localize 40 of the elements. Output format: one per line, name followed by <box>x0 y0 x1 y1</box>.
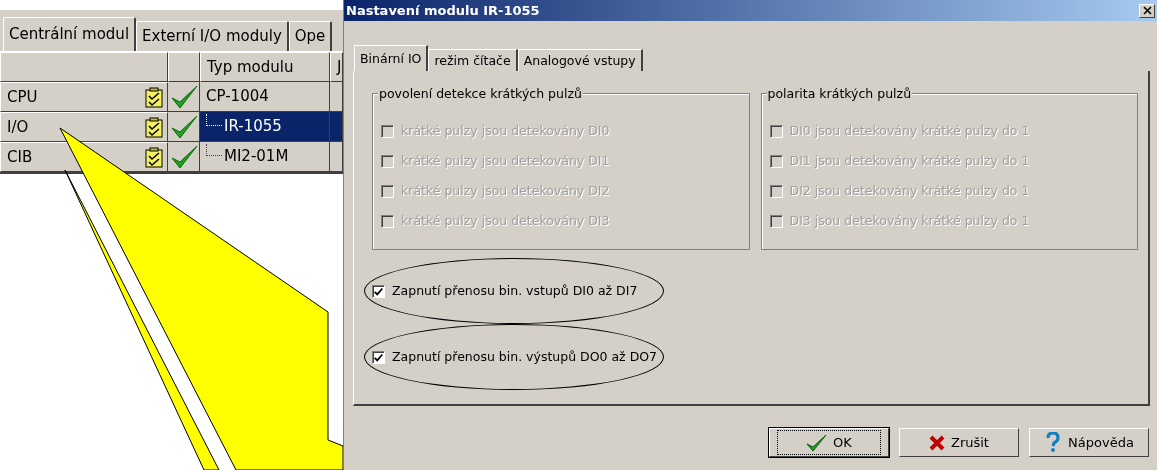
group-title: polarita krátkých pulzů <box>766 85 913 104</box>
checklist-icon <box>145 146 163 168</box>
tab[interactable]: Binární IO <box>354 45 429 71</box>
tree-line <box>206 114 222 126</box>
close-button[interactable] <box>1139 3 1155 18</box>
tab[interactable]: Analogové vstupy <box>517 49 643 71</box>
group-label: I/O <box>7 116 29 138</box>
checkmark-icon <box>806 433 828 452</box>
cancel-button[interactable]: Zrušit <box>899 428 1019 457</box>
tree-line <box>206 144 222 156</box>
module-name: CP-1004 <box>206 86 269 108</box>
window-title: Nastavení modulu IR-1055 <box>346 1 540 20</box>
table-cell[interactable]: IR-1055 <box>200 112 330 142</box>
checklist-icon <box>145 86 163 108</box>
row-header[interactable]: I/O <box>0 112 168 142</box>
module-name: MI2-01M <box>224 146 289 168</box>
checkmark-icon <box>169 83 198 110</box>
cross-icon <box>929 434 945 451</box>
ok-button[interactable]: OK <box>769 428 889 457</box>
help-icon <box>1044 432 1063 453</box>
checklist-icon <box>145 116 163 138</box>
group-label: CIB <box>7 146 33 168</box>
module-name: IR-1055 <box>224 116 282 138</box>
column-header: J <box>330 52 343 82</box>
tab[interactable]: Ope <box>288 21 333 51</box>
checkbox[interactable] <box>372 284 385 298</box>
column-header: Typ modulu <box>200 52 330 82</box>
close-icon <box>1142 6 1152 15</box>
checkmark-icon <box>169 113 198 140</box>
checkbox-label[interactable]: Zapnutí přenosu bin. vstupů DI0 až DI7 <box>392 281 638 301</box>
tab[interactable]: režim čítače <box>428 49 518 71</box>
group-title: povolení detekce krátkých pulzů <box>378 85 583 104</box>
tab[interactable]: Centrální modul <box>3 17 137 51</box>
checkbox-label[interactable]: Zapnutí přenosu bin. výstupů DO0 až DO7 <box>392 347 658 367</box>
row-header[interactable]: CPU <box>0 82 168 112</box>
table-cell[interactable]: MI2-01M <box>200 142 330 172</box>
group-label: CPU <box>7 86 38 108</box>
help-button[interactable]: Nápověda <box>1029 428 1149 457</box>
tab[interactable]: Externí I/O moduly <box>136 21 289 51</box>
checkbox[interactable] <box>372 350 385 364</box>
